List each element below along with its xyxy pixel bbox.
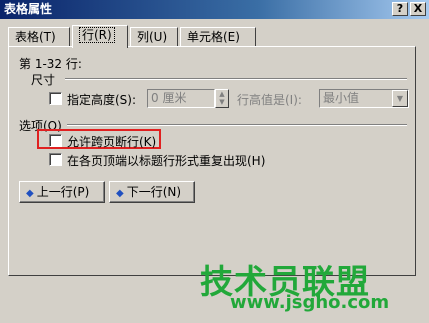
tab-cell[interactable]: 单元格(E) bbox=[180, 27, 256, 47]
row-height-is-label: 行高值是(I): bbox=[237, 93, 302, 107]
specify-height-label: 指定高度(S): bbox=[67, 93, 137, 107]
tab-table[interactable]: 表格(T) bbox=[8, 27, 70, 47]
chevron-down-icon[interactable]: ▼ bbox=[392, 90, 408, 107]
size-group-divider bbox=[65, 78, 407, 80]
repeat-header-label: 在各页顶端以标题行形式重复出现(H) bbox=[67, 154, 266, 168]
next-row-button[interactable]: ◆ 下一行(N) bbox=[109, 181, 195, 203]
window-titlebar: 表格属性 bbox=[0, 0, 429, 19]
row-properties-panel: 第 1-32 行: 尺寸 指定高度(S): 0 厘米 ▲ ▼ 行高值是(I): 最… bbox=[8, 46, 416, 276]
prev-row-button[interactable]: ◆ 上一行(P) bbox=[19, 181, 105, 203]
options-group-divider bbox=[67, 124, 407, 126]
height-input[interactable]: 0 厘米 bbox=[147, 89, 215, 108]
tab-row[interactable]: 行(R) bbox=[72, 25, 128, 48]
tab-column[interactable]: 列(U) bbox=[130, 27, 178, 47]
window-title: 表格属性 bbox=[4, 2, 53, 16]
height-spinner[interactable]: ▲ ▼ bbox=[215, 89, 229, 108]
row-range-label: 第 1-32 行: bbox=[19, 57, 82, 71]
specify-height-checkbox[interactable] bbox=[49, 92, 62, 105]
repeat-header-checkbox[interactable] bbox=[49, 153, 62, 166]
up-arrow-icon: ◆ bbox=[26, 188, 34, 199]
allow-break-checkbox[interactable] bbox=[49, 134, 62, 147]
size-group-label: 尺寸 bbox=[31, 73, 56, 87]
close-button[interactable]: X bbox=[410, 2, 426, 16]
help-button[interactable]: ? bbox=[392, 2, 408, 16]
watermark-url: www.jsgho.com bbox=[230, 292, 390, 313]
down-arrow-icon: ◆ bbox=[116, 188, 124, 199]
allow-break-label: 允许跨页断行(K) bbox=[67, 135, 157, 149]
